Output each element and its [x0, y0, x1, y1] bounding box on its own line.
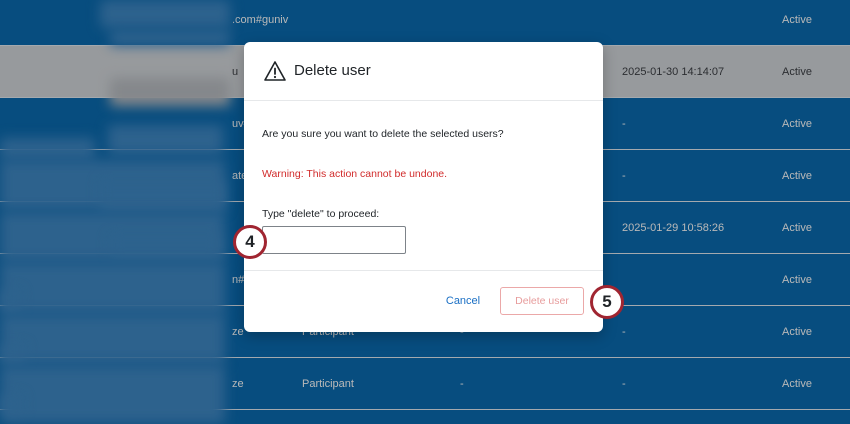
step-callout-4: 4 — [233, 225, 267, 259]
warning-triangle-icon — [264, 61, 286, 81]
confirm-input-label: Type "delete" to proceed: — [262, 208, 380, 220]
cancel-button[interactable]: Cancel — [434, 287, 492, 315]
delete-user-dialog: Delete user Are you sure you want to del… — [244, 42, 603, 332]
step-callout-5: 5 — [590, 285, 624, 319]
dialog-title: Delete user — [294, 62, 371, 79]
dialog-footer-divider — [244, 270, 603, 271]
confirm-question: Are you sure you want to delete the sele… — [262, 128, 504, 140]
dialog-header: Delete user — [244, 42, 603, 101]
delete-confirm-input[interactable] — [262, 226, 406, 254]
warning-message: Warning: This action cannot be undone. — [262, 168, 448, 180]
delete-user-button[interactable]: Delete user — [500, 287, 584, 315]
